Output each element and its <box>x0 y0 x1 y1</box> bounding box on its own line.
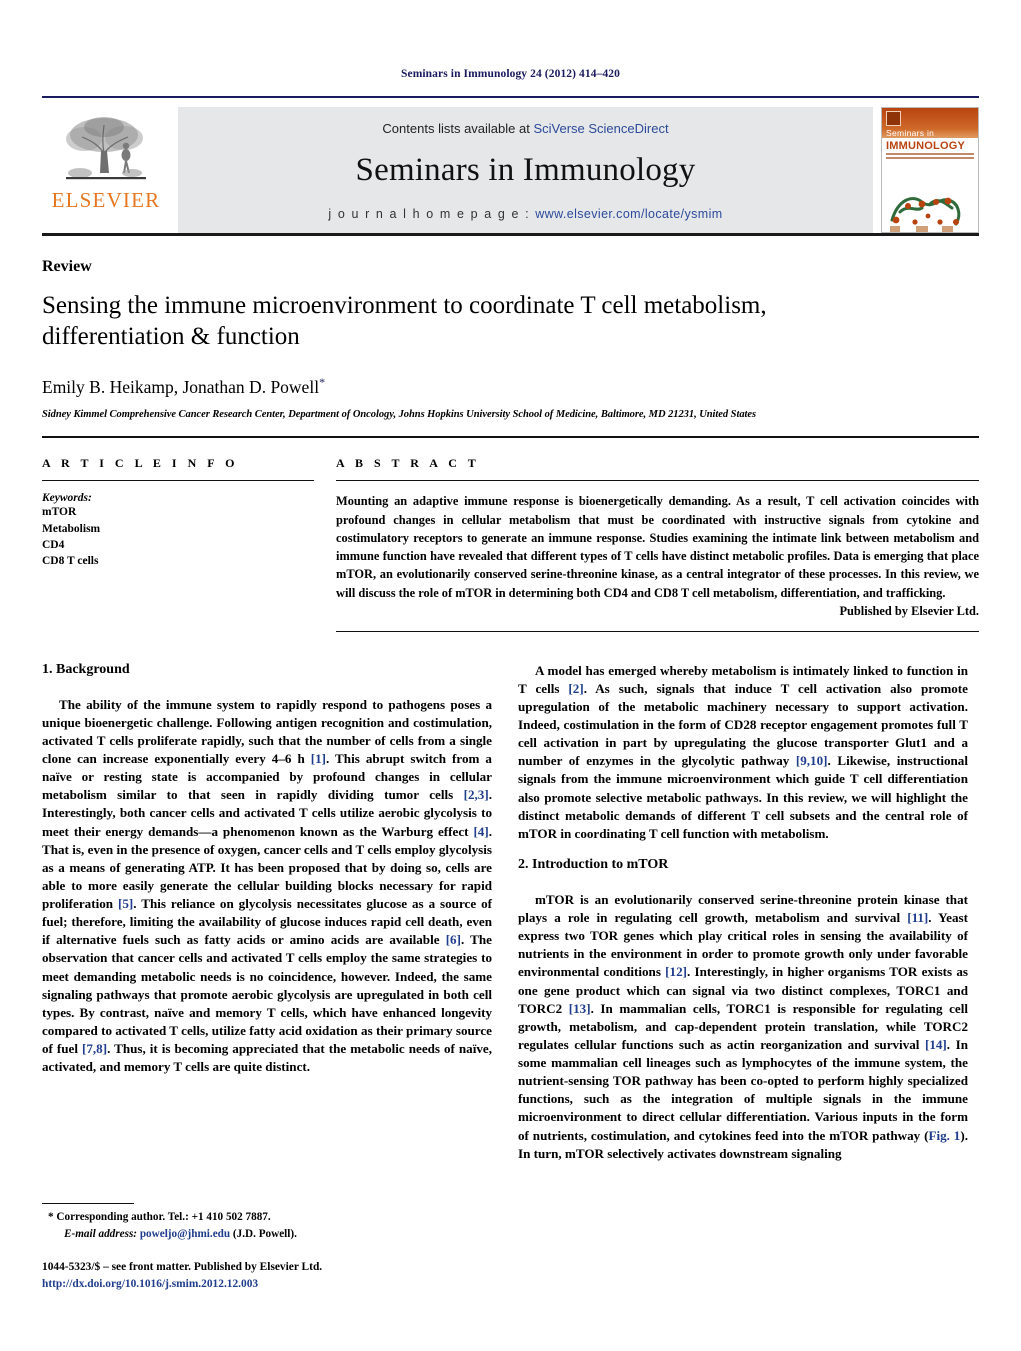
paragraph-intro-mtor-1: mTOR is an evolutionarily conserved seri… <box>518 891 968 1161</box>
email-label: E-mail address: <box>64 1227 138 1240</box>
section-number: 2. <box>518 856 529 872</box>
section-title: Introduction to mTOR <box>532 856 669 872</box>
abstract-bottom-rule <box>336 630 979 632</box>
sciencedirect-link[interactable]: SciVerse ScienceDirect <box>533 121 668 136</box>
page-title: Sensing the immune microenvironment to c… <box>42 292 767 351</box>
page-footnote: * Corresponding author. Tel.: +1 410 502… <box>42 1203 482 1293</box>
paragraph-background-2: A model has emerged whereby metabolism i… <box>518 662 968 841</box>
paragraph-background-1: The ability of the immune system to rapi… <box>42 696 492 1075</box>
keyword-item: CD8 T cells <box>42 555 99 568</box>
author-list: Emily B. Heikamp, Jonathan D. Powell* <box>42 375 979 398</box>
body-column-right: A model has emerged whereby metabolism i… <box>518 662 968 1177</box>
keywords-list: mTOR Metabolism CD4 CD8 T cells <box>42 504 314 569</box>
elsevier-wordmark: ELSEVIER <box>51 188 161 212</box>
abstract-heading: A B S T R A C T <box>336 456 480 471</box>
cover-header: Seminars in <box>882 108 978 138</box>
affiliation: Sidney Kimmel Comprehensive Cancer Resea… <box>42 409 757 421</box>
journal-masthead: ELSEVIER Contents lists available at Sci… <box>42 96 979 233</box>
journal-title: Seminars in Immunology <box>355 152 696 188</box>
section-heading-background: 1. Background <box>42 662 492 678</box>
abstract-column: A B S T R A C T Mounting an adaptive imm… <box>314 456 979 632</box>
article-info-heading: A R T I C L E I N F O <box>42 456 239 471</box>
front-matter-block: 1044-5323/$ – see front matter. Publishe… <box>42 1259 482 1293</box>
article-page: Seminars in Immunology 24 (2012) 414–420 <box>0 0 1021 1351</box>
email-note: E-mail address: poweljo@jhmi.edu (J.D. P… <box>42 1226 482 1242</box>
footnote-divider <box>42 1203 134 1205</box>
protein-structure-icon <box>882 160 978 232</box>
article-info-rule <box>42 480 314 482</box>
abstract-rule <box>336 480 979 482</box>
body-column-left: 1. Background The ability of the immune … <box>42 662 492 1177</box>
homepage-label: j o u r n a l h o m e p a g e : <box>328 207 531 221</box>
journal-banner: Contents lists available at SciVerse Sci… <box>178 107 873 233</box>
title-block: Review Sensing the immune microenvironme… <box>42 236 979 420</box>
cover-title: IMMUNOLOGY <box>886 140 965 152</box>
abstract-publisher-line: Published by Elsevier Ltd. <box>839 603 979 618</box>
body-columns: 1. Background The ability of the immune … <box>42 632 979 1177</box>
abstract-text: Mounting an adaptive immune response is … <box>336 494 979 600</box>
article-type: Review <box>42 258 92 275</box>
journal-homepage-line: j o u r n a l h o m e p a g e : www.else… <box>328 207 722 221</box>
author-names: Emily B. Heikamp, Jonathan D. Powell <box>42 376 320 397</box>
doi-link[interactable]: http://dx.doi.org/10.1016/j.smim.2012.12… <box>42 1276 482 1293</box>
cover-subtitle-lines <box>882 152 978 160</box>
footnote-marker: * <box>48 1211 54 1224</box>
journal-homepage-link[interactable]: www.elsevier.com/locate/ysmim <box>535 207 722 221</box>
section-title: Background <box>56 661 130 677</box>
section-number: 1. <box>42 661 53 677</box>
elsevier-logo: ELSEVIER <box>42 107 170 233</box>
cover-kicker: Seminars in <box>886 128 935 138</box>
keyword-item: Metabolism <box>42 522 101 535</box>
journal-crest-icon <box>886 111 901 126</box>
section-heading-intro-mtor: 2. Introduction to mTOR <box>518 857 968 873</box>
corresponding-author-text: Corresponding author. Tel.: +1 410 502 7… <box>56 1211 271 1224</box>
contents-list-line: Contents lists available at SciVerse Sci… <box>382 121 668 136</box>
copyright-line: 1044-5323/$ – see front matter. Publishe… <box>42 1260 323 1273</box>
email-link[interactable]: poweljo@jhmi.edu <box>140 1228 230 1240</box>
elsevier-tree-icon <box>54 111 158 189</box>
keyword-item: mTOR <box>42 506 77 519</box>
keyword-item: CD4 <box>42 538 65 551</box>
email-suffix: (J.D. Powell). <box>232 1227 297 1240</box>
journal-cover-thumbnail[interactable]: Seminars in IMMUNOLOGY <box>881 107 979 233</box>
info-abstract-row: A R T I C L E I N F O Keywords: mTOR Met… <box>42 438 979 632</box>
article-info-column: A R T I C L E I N F O Keywords: mTOR Met… <box>42 456 314 631</box>
keywords-label: Keywords: <box>42 492 92 505</box>
corresponding-author-marker: * <box>319 374 326 389</box>
running-head: Seminars in Immunology 24 (2012) 414–420 <box>401 68 620 80</box>
corresponding-author-note: * Corresponding author. Tel.: +1 410 502… <box>42 1209 482 1225</box>
contents-prefix: Contents lists available at <box>382 121 534 136</box>
